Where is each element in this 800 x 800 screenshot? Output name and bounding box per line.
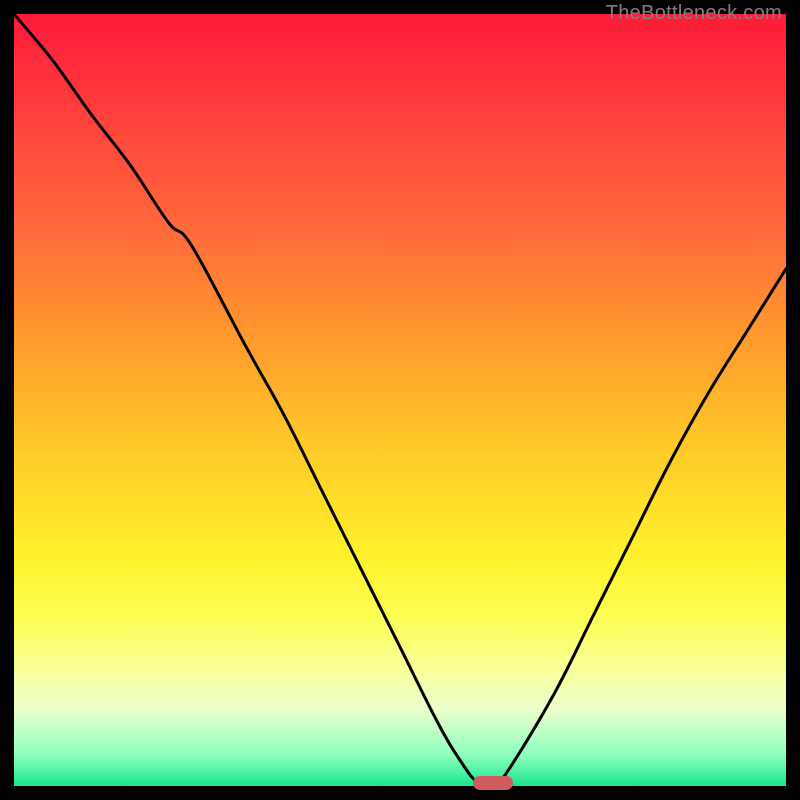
curve-svg: [14, 14, 786, 786]
bottleneck-curve: [14, 14, 786, 786]
plot-area: [14, 14, 786, 786]
chart-frame: TheBottleneck.com: [0, 0, 800, 800]
optimal-marker: [473, 776, 513, 790]
